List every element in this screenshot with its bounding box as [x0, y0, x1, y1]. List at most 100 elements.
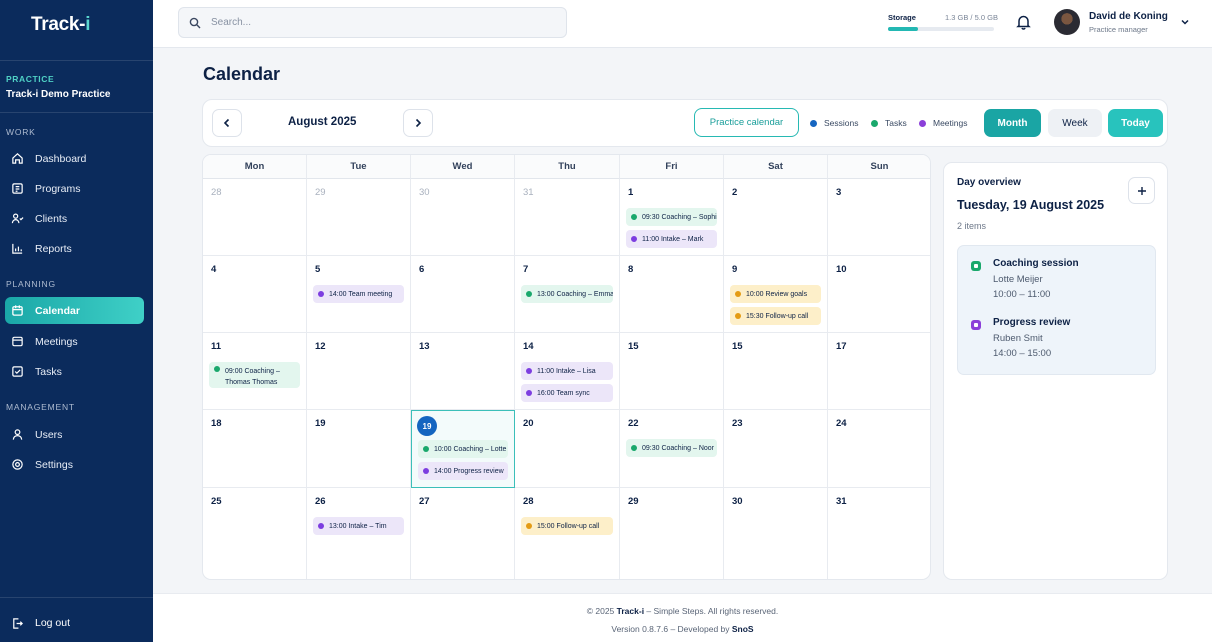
event-label: 09:00 Coaching – Thomas Thomas: [225, 368, 280, 386]
calendar-day[interactable]: 4: [203, 256, 307, 333]
day-number: 30: [419, 187, 430, 198]
calendar-day[interactable]: 17: [828, 333, 930, 410]
calendar-day[interactable]: 15: [724, 333, 828, 410]
month-view-button[interactable]: Month: [984, 109, 1041, 137]
calendar-day[interactable]: 25: [203, 488, 307, 579]
day-number: 28: [211, 187, 222, 198]
week-view-button[interactable]: Week: [1048, 109, 1102, 137]
sidebar-item-tasks[interactable]: Tasks: [5, 358, 144, 385]
calendar-event[interactable]: 13:00 Intake – Tim: [313, 517, 404, 535]
sidebar: Track-i PRACTICE Track-i Demo Practice W…: [0, 0, 153, 642]
calendar-event[interactable]: 11:00 Intake – Mark: [626, 230, 717, 248]
calendar-day[interactable]: 6: [411, 256, 515, 333]
sidebar-item-dashboard[interactable]: Dashboard: [5, 145, 144, 172]
calendar-day[interactable]: 11 09:00 Coaching – Thomas Thomas: [203, 333, 307, 410]
search-box[interactable]: [178, 7, 567, 38]
day-number: 29: [628, 496, 639, 507]
calendar-day-selected[interactable]: 19 10:00 Coaching – Lotte 14:00 Progress r…: [411, 410, 515, 488]
today-button[interactable]: Today: [1108, 109, 1163, 137]
calendar-day[interactable]: 19: [307, 410, 411, 488]
sidebar-item-users[interactable]: Users: [5, 421, 144, 448]
calendar-day[interactable]: 3: [828, 179, 930, 256]
event-label: 14:00 Team meeting: [329, 290, 393, 298]
calendar-day[interactable]: 12: [307, 333, 411, 410]
calendar-icon: [12, 305, 23, 316]
calendar-day[interactable]: 22 09:30 Coaching – Noor: [620, 410, 724, 488]
day-number: 17: [836, 341, 847, 352]
calendar-day[interactable]: 30: [411, 179, 515, 256]
calendar-event[interactable]: 13:00 Coaching – Emma: [521, 285, 613, 303]
calendar-event[interactable]: 15:00 Follow-up call: [521, 517, 613, 535]
sidebar-item-reports[interactable]: Reports: [5, 235, 144, 262]
tasks-dot: [871, 119, 878, 127]
practice-calendar-button[interactable]: Practice calendar: [694, 108, 799, 137]
calendar-event[interactable]: 14:00 Progress review: [418, 462, 508, 480]
prev-month-button[interactable]: [212, 109, 242, 137]
calendar-day[interactable]: 8: [620, 256, 724, 333]
calendar-day[interactable]: 7 13:00 Coaching – Emma: [515, 256, 620, 333]
sidebar-item-clients[interactable]: Clients: [5, 205, 144, 232]
add-item-button[interactable]: [1128, 177, 1155, 204]
calendar-event[interactable]: 10:00 Coaching – Lotte: [418, 440, 508, 458]
search-input[interactable]: [211, 17, 551, 28]
app-logo[interactable]: Track-i: [31, 14, 90, 36]
calendar-day[interactable]: 15: [620, 333, 724, 410]
next-month-button[interactable]: [403, 109, 433, 137]
calendar-event[interactable]: 09:00 Coaching – Thomas Thomas: [209, 362, 300, 388]
sidebar-item-programs[interactable]: Programs: [5, 175, 144, 202]
calendar-day[interactable]: 20: [515, 410, 620, 488]
calendar-day[interactable]: 30: [724, 488, 828, 579]
calendar-day[interactable]: 29: [620, 488, 724, 579]
sidebar-item-calendar[interactable]: Calendar: [5, 297, 144, 324]
calendar-day[interactable]: 14 11:00 Intake – Lisa 16:00 Team sync: [515, 333, 620, 410]
calendar-day[interactable]: 18: [203, 410, 307, 488]
event-dot: [631, 236, 637, 242]
calendar-day[interactable]: 31: [828, 488, 930, 579]
meetings-dot: [919, 119, 926, 127]
sessions-dot: [810, 119, 817, 127]
calendar-day[interactable]: 31: [515, 179, 620, 256]
user-icon: [12, 429, 23, 440]
calendar-day[interactable]: 24: [828, 410, 930, 488]
section-planning: PLANNING: [6, 279, 56, 289]
calendar-day[interactable]: 28: [203, 179, 307, 256]
chevron-right-icon: [415, 118, 422, 128]
calendar-day[interactable]: 13: [411, 333, 515, 410]
calendar-day[interactable]: 26 13:00 Intake – Tim: [307, 488, 411, 579]
event-label: 13:00 Intake – Tim: [329, 522, 387, 530]
calendar-event[interactable]: 10:00 Review goals: [730, 285, 821, 303]
day-number: 31: [836, 496, 847, 507]
calendar-day[interactable]: 10: [828, 256, 930, 333]
calendar-day[interactable]: 5 14:00 Team meeting: [307, 256, 411, 333]
bell-icon[interactable]: [1016, 14, 1031, 30]
calendar-day[interactable]: 29: [307, 179, 411, 256]
storage-bar: [888, 27, 994, 31]
day-number: 12: [315, 341, 326, 352]
calendar-event[interactable]: 16:00 Team sync: [521, 384, 613, 402]
chevron-down-icon[interactable]: [1180, 17, 1190, 27]
user-name[interactable]: David de Koning: [1089, 11, 1168, 22]
event-dot: [735, 291, 741, 297]
day-overview-panel: Day overview Tuesday, 19 August 2025 2 i…: [943, 162, 1168, 580]
section-work: WORK: [6, 127, 36, 137]
logout-button[interactable]: Log out: [5, 610, 144, 636]
avatar[interactable]: [1054, 9, 1080, 35]
sidebar-item-meetings[interactable]: Meetings: [5, 328, 144, 355]
calendar-day[interactable]: 9 10:00 Review goals 15:30 Follow-up call: [724, 256, 828, 333]
calendar-day[interactable]: 23: [724, 410, 828, 488]
sidebar-item-settings[interactable]: Settings: [5, 451, 144, 478]
calendar-event[interactable]: 11:00 Intake – Lisa: [521, 362, 613, 380]
storage-label: Storage: [888, 13, 916, 22]
calendar-event[interactable]: 15:30 Follow-up call: [730, 307, 821, 325]
event-dot: [526, 368, 532, 374]
calendar-event[interactable]: 09:30 Coaching – Noor: [626, 439, 717, 457]
calendar-event[interactable]: 14:00 Team meeting: [313, 285, 404, 303]
users-icon: [11, 213, 24, 224]
event-label: 16:00 Team sync: [537, 389, 590, 397]
calendar-event[interactable]: 09:30 Coaching – Sophie: [626, 208, 717, 226]
event-label: 13:00 Coaching – Emma: [537, 290, 613, 298]
calendar-day[interactable]: 28 15:00 Follow-up call: [515, 488, 620, 579]
calendar-day[interactable]: 2: [724, 179, 828, 256]
calendar-day[interactable]: 27: [411, 488, 515, 579]
calendar-day[interactable]: 1 09:30 Coaching – Sophie 11:00 Intake – M…: [620, 179, 724, 256]
